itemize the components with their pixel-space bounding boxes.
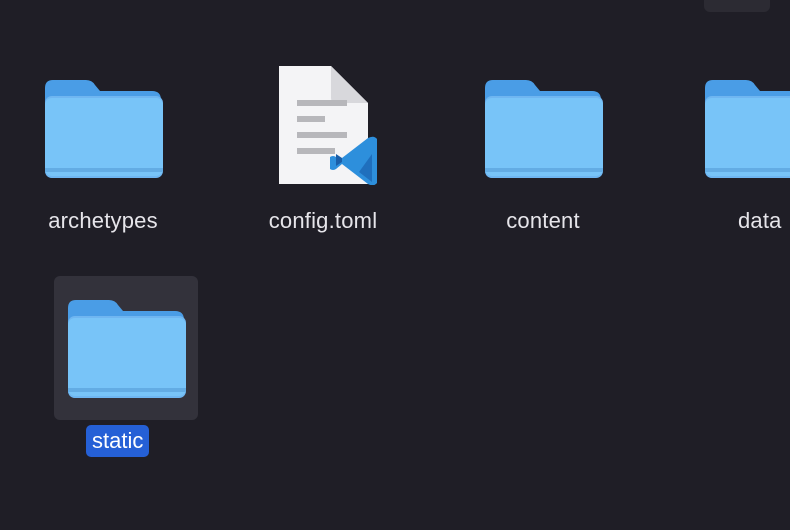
folder-icon: [41, 280, 211, 405]
folder-icon: [18, 60, 188, 185]
toolbar-control[interactable]: [704, 0, 770, 12]
file-label-selected[interactable]: static: [86, 425, 150, 457]
file-item-data[interactable]: data: [678, 60, 790, 233]
file-label: data: [738, 208, 782, 233]
folder-icon: [458, 60, 628, 185]
file-item-content[interactable]: content: [458, 60, 628, 233]
folder-icon: [678, 60, 790, 185]
file-item-archetypes[interactable]: archetypes: [18, 60, 188, 233]
vscode-document-icon: [238, 60, 408, 185]
finder-icon-view: archetypes config.toml content data stat…: [0, 0, 790, 530]
file-label: archetypes: [48, 208, 158, 233]
file-label: config.toml: [268, 208, 378, 233]
file-label: content: [506, 208, 580, 233]
file-item-config-toml[interactable]: config.toml: [238, 60, 408, 233]
